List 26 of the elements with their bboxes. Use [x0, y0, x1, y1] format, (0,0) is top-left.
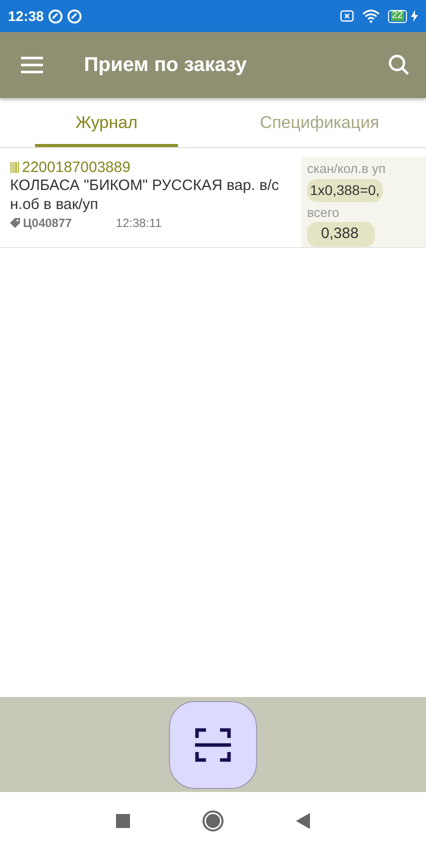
notification-icon: [48, 8, 63, 24]
scan-time: 12:38:11: [116, 215, 162, 232]
battery-icon: 22: [388, 10, 407, 22]
charging-icon: [411, 10, 418, 22]
notification-icon: [66, 8, 82, 24]
scan-label: скан/кол.в уп: [307, 160, 387, 178]
wifi-icon: [362, 9, 380, 23]
app-title: Прием по заказу: [84, 53, 247, 78]
tag-icon: [10, 218, 20, 228]
home-icon[interactable]: [202, 810, 224, 832]
search-icon[interactable]: [388, 54, 410, 76]
menu-icon[interactable]: [20, 56, 44, 74]
tab[interactable]: Спецификация: [213, 100, 426, 147]
back-icon[interactable]: [296, 812, 310, 828]
sim-icon: [340, 10, 354, 22]
product-code: Ц040877: [23, 215, 72, 232]
barcode: 2200187003889: [22, 159, 130, 176]
scan-button[interactable]: [169, 700, 257, 788]
scan-quantity: 1x0,388=0,: [307, 178, 383, 202]
total-label: всего: [307, 204, 340, 222]
status-time: 12:38: [8, 6, 44, 26]
recents-icon[interactable]: [116, 814, 130, 828]
barcode-icon: [10, 162, 20, 173]
total-quantity: 0,388: [307, 222, 375, 246]
product-name: КОЛБАСА "БИКОМ" РУССКАЯ вар. в/с н.об в вак/уп: [10, 176, 280, 214]
tab[interactable]: Журнал: [0, 100, 213, 147]
